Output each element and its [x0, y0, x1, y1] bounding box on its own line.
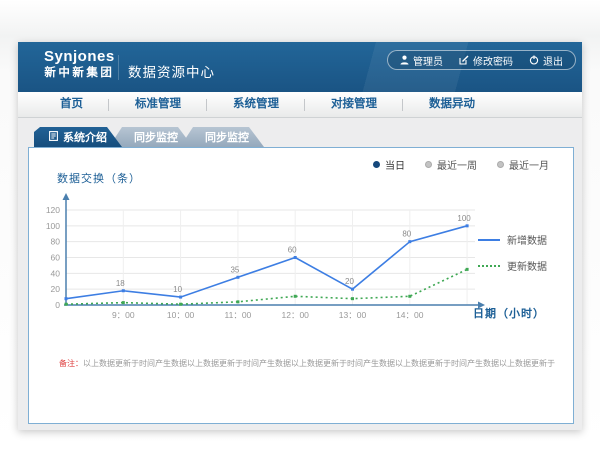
- nav-item-standard-mgmt[interactable]: 标准管理: [109, 92, 207, 117]
- radio-dot: [373, 161, 380, 168]
- nav-item-connect-mgmt[interactable]: 对接管理: [305, 92, 403, 117]
- header-divider: [118, 55, 119, 80]
- legend-item-new-data: 新增数据: [478, 232, 547, 247]
- svg-text:13：00: 13：00: [339, 310, 367, 320]
- radio-dot: [425, 161, 432, 168]
- tab-bar: 系统介绍 同步监控 同步监控: [34, 127, 264, 147]
- svg-text:18: 18: [116, 279, 125, 288]
- logo-text-cn: 新中新集团: [44, 66, 115, 81]
- svg-text:120: 120: [46, 205, 60, 215]
- svg-text:10: 10: [173, 285, 182, 294]
- tab-label: 同步监控: [134, 129, 178, 145]
- user-menu: 管理员 修改密码 退出: [387, 50, 576, 70]
- admin-label: 管理员: [413, 53, 443, 68]
- footnote-prefix: 备注：: [59, 359, 83, 368]
- admin-button[interactable]: 管理员: [400, 53, 443, 68]
- chart-legend: 新增数据 更新数据: [478, 232, 547, 273]
- legend-item-update-data: 更新数据: [478, 258, 547, 273]
- synjones-logo: Synjones 新中新集团: [44, 48, 115, 81]
- tab-label: 同步监控: [205, 129, 249, 145]
- svg-text:80: 80: [402, 230, 411, 239]
- change-password-button[interactable]: 修改密码: [459, 53, 513, 68]
- radio-label: 当日: [385, 157, 405, 172]
- tab-label: 系统介绍: [63, 129, 107, 145]
- app-title: 数据资源中心: [128, 61, 215, 81]
- svg-text:12：00: 12：00: [281, 310, 309, 320]
- x-axis-title: 日期（小时）: [473, 305, 545, 321]
- logout-button[interactable]: 退出: [529, 53, 563, 68]
- footnote-text: 以上数据更新于时间产生数据以上数据更新于时间产生数据以上数据更新于时间产生数据以…: [83, 359, 555, 368]
- svg-text:20: 20: [345, 277, 354, 286]
- legend-label: 新增数据: [507, 232, 547, 247]
- power-icon: [529, 55, 539, 65]
- svg-text:20: 20: [51, 284, 61, 294]
- document-icon: [49, 131, 58, 144]
- svg-text:100: 100: [457, 214, 471, 223]
- page-canvas: Synjones 新中新集团 数据资源中心 管理员 修改密码 退出: [0, 0, 600, 450]
- footnote: 备注：以上数据更新于时间产生数据以上数据更新于时间产生数据以上数据更新于时间产生…: [59, 358, 555, 369]
- radio-dot: [497, 161, 504, 168]
- svg-text:9：00: 9：00: [112, 310, 135, 320]
- svg-text:100: 100: [46, 221, 60, 231]
- edit-icon: [459, 55, 469, 65]
- legend-label: 更新数据: [507, 258, 547, 273]
- nav-item-system-mgmt[interactable]: 系统管理: [207, 92, 305, 117]
- svg-text:10：00: 10：00: [167, 310, 195, 320]
- legend-line-dotted: [478, 265, 500, 267]
- app-header: Synjones 新中新集团 数据资源中心 管理员 修改密码 退出: [18, 42, 582, 92]
- svg-text:11：00: 11：00: [225, 310, 252, 320]
- nav-item-home[interactable]: 首页: [34, 92, 109, 117]
- svg-text:60: 60: [288, 246, 297, 255]
- nav-item-data-change[interactable]: 数据异动: [403, 92, 501, 117]
- radio-last-month[interactable]: 最近一月: [497, 157, 549, 172]
- range-filter-group: 当日 最近一周 最近一月: [373, 157, 549, 172]
- radio-label: 最近一周: [437, 157, 477, 172]
- radio-label: 最近一月: [509, 157, 549, 172]
- person-icon: [400, 55, 409, 65]
- svg-text:40: 40: [51, 268, 61, 278]
- radio-today[interactable]: 当日: [373, 157, 405, 172]
- svg-text:0: 0: [55, 300, 60, 310]
- legend-line-solid: [478, 239, 500, 241]
- app-window: Synjones 新中新集团 数据资源中心 管理员 修改密码 退出: [18, 42, 582, 430]
- chart-panel: 当日 最近一周 最近一月 数据交换（条） 0204060801001209：00…: [28, 147, 574, 424]
- svg-text:80: 80: [51, 237, 61, 247]
- svg-text:14：00: 14：00: [396, 310, 424, 320]
- tab-sync-monitor-2[interactable]: 同步监控: [180, 127, 264, 147]
- logo-text-en: Synjones: [44, 48, 115, 66]
- change-password-label: 修改密码: [473, 53, 513, 68]
- radio-last-week[interactable]: 最近一周: [425, 157, 477, 172]
- tab-system-intro[interactable]: 系统介绍: [34, 127, 122, 147]
- svg-text:35: 35: [230, 265, 239, 274]
- logout-label: 退出: [543, 53, 563, 68]
- svg-text:60: 60: [51, 253, 61, 263]
- tab-sync-monitor-1[interactable]: 同步监控: [109, 127, 193, 147]
- main-nav: 首页 标准管理 系统管理 对接管理 数据异动: [18, 92, 582, 118]
